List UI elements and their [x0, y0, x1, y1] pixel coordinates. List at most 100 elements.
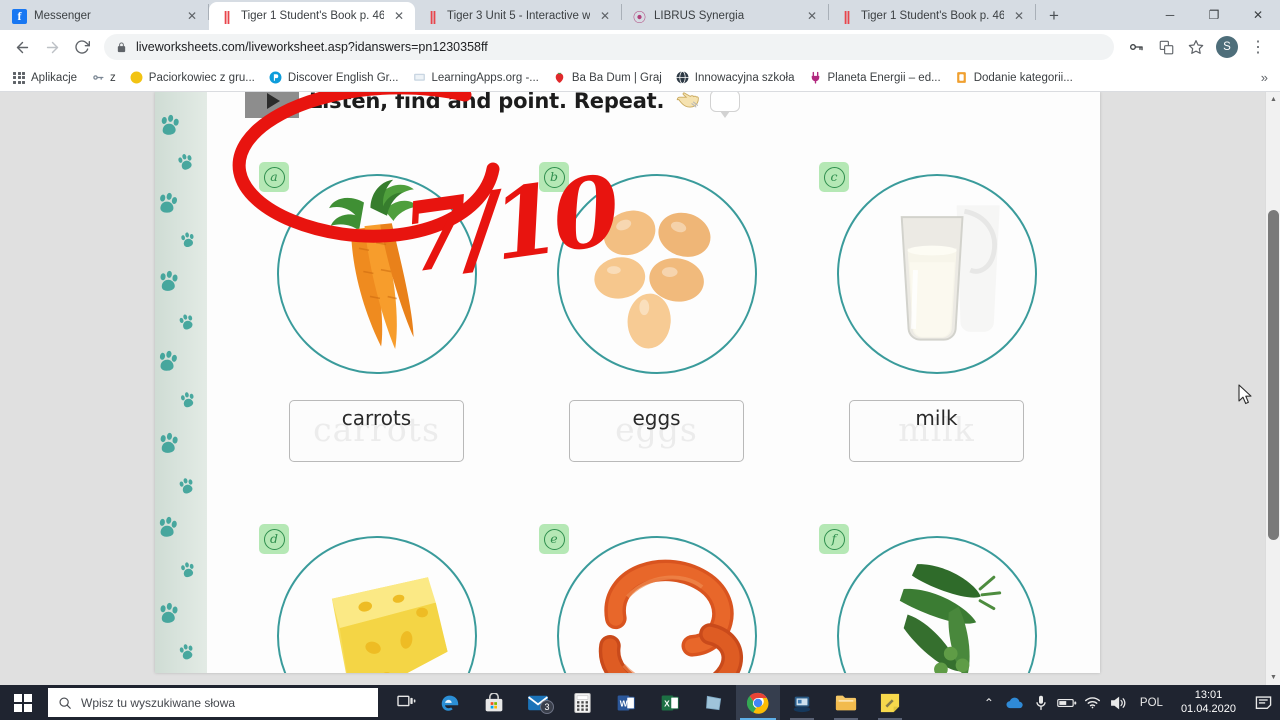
new-tab-button[interactable]: + — [1040, 2, 1068, 30]
cheese-image — [277, 536, 477, 673]
bookmark-label: Paciorkowiec z gru... — [148, 71, 255, 84]
maximize-button[interactable]: ❐ — [1192, 0, 1236, 30]
tray-overflow-button[interactable]: ⌃ — [976, 685, 1002, 720]
clock[interactable]: 13:01 01.04.2020 — [1171, 685, 1246, 720]
scroll-down-arrow[interactable]: ▼ — [1266, 670, 1280, 685]
forward-button[interactable] — [38, 33, 66, 61]
avatar[interactable]: S — [1216, 36, 1238, 58]
scrollbar-thumb[interactable] — [1268, 210, 1279, 540]
bookmark-label: Dodanie kategorii... — [973, 71, 1073, 84]
url-text: liveworksheets.com/liveworksheet.asp?ida… — [136, 40, 488, 54]
edge-icon — [441, 695, 459, 711]
taskbar-zoom[interactable] — [780, 685, 824, 720]
close-window-button[interactable]: ✕ — [1236, 0, 1280, 30]
wifi-icon[interactable] — [1080, 685, 1106, 720]
back-button[interactable] — [8, 33, 36, 61]
speaker-icon[interactable] — [1106, 685, 1132, 720]
yellow-circle-icon — [130, 71, 144, 85]
taskbar-word[interactable]: W — [604, 685, 648, 720]
worksheet-item-d: d — [247, 524, 527, 673]
item-badge-d: d — [259, 524, 289, 554]
close-icon[interactable]: ✕ — [597, 8, 613, 24]
bookmark-label: z — [110, 71, 116, 84]
search-input[interactable]: Wpisz tu wyszukiwane słowa — [48, 688, 378, 717]
paw-icon — [160, 114, 182, 137]
bookmarks-overflow-button[interactable]: » — [1255, 67, 1274, 88]
item-badge-e: e — [539, 524, 569, 554]
learningapps-icon — [412, 71, 426, 85]
bookmarks-bar: Aplikacje z Paciorkowiec z gru... Discov… — [0, 64, 1280, 92]
paw-icon — [159, 432, 181, 454]
microphone-icon[interactable] — [1028, 685, 1054, 720]
close-icon[interactable]: ✕ — [1011, 8, 1027, 24]
action-center-icon[interactable] — [1246, 685, 1280, 720]
close-icon[interactable]: ✕ — [804, 8, 820, 24]
browser-tab-tiger1-b[interactable]: || Tiger 1 Student's Book p. 46 - ✕ — [829, 2, 1035, 30]
bookmark-dodanie-kategorii[interactable]: Dodanie kategorii... — [949, 68, 1079, 88]
taskbar-excel[interactable]: X — [648, 685, 692, 720]
paw-icon — [179, 477, 197, 495]
librus-icon: ⦿ — [632, 9, 646, 25]
taskbar-file-explorer[interactable] — [824, 685, 868, 720]
browser-tab-librus[interactable]: ⦿ LIBRUS Synergia ✕ — [622, 2, 828, 30]
taskbar-edge[interactable] — [428, 685, 472, 720]
tab-separator — [1035, 4, 1036, 20]
battery-icon[interactable] — [1054, 685, 1080, 720]
paw-icon — [180, 562, 197, 579]
taskbar-chrome[interactable] — [736, 685, 780, 720]
bookmark-planeta-energii[interactable]: Planeta Energii – ed... — [803, 68, 947, 88]
browser-tab-messenger[interactable]: f Messenger ✕ — [2, 2, 208, 30]
answer-input-c[interactable]: milk milk — [849, 400, 1024, 462]
play-icon — [267, 93, 280, 109]
peas-image — [837, 536, 1037, 673]
bookmark-innowacyjna-szkola[interactable]: Innowacyjna szkoła — [670, 68, 801, 88]
close-icon[interactable]: ✕ — [184, 8, 200, 24]
bookmark-babadum[interactable]: Ba Ba Dum | Graj — [547, 68, 668, 88]
folder-icon — [835, 695, 857, 711]
item-badge-f: f — [819, 524, 849, 554]
star-icon[interactable] — [1182, 33, 1210, 61]
translate-icon[interactable] — [1152, 33, 1180, 61]
start-button[interactable] — [0, 685, 46, 720]
typed-answer: carrots — [341, 406, 412, 430]
reload-button[interactable] — [68, 33, 96, 61]
language-indicator[interactable]: POL — [1132, 685, 1171, 720]
tab-title: Tiger 1 Student's Book p. 46 - — [241, 10, 384, 22]
scroll-up-arrow[interactable]: ▲ — [1266, 92, 1280, 107]
badge-letter: b — [543, 166, 565, 188]
bookmark-discover-english[interactable]: Discover English Gr... — [263, 68, 405, 88]
plug-icon — [809, 71, 823, 85]
paw-icon — [177, 153, 196, 172]
taskbar-sticky-notes[interactable] — [868, 685, 912, 720]
bookmark-learningapps[interactable]: LearningApps.org -... — [406, 68, 544, 88]
taskbar-task-view[interactable] — [384, 685, 428, 720]
item-badge-b: b — [539, 162, 569, 192]
bookmark-label: Planeta Energii – ed... — [827, 71, 941, 84]
minimize-button[interactable]: ─ — [1148, 0, 1192, 30]
audio-play-button[interactable] — [245, 92, 299, 118]
bookmark-z[interactable]: z — [85, 68, 122, 88]
address-bar[interactable]: liveworksheets.com/liveworksheet.asp?ida… — [104, 34, 1114, 60]
badge-letter: a — [263, 166, 285, 188]
bookmark-aplikacje[interactable]: Aplikacje — [6, 68, 83, 88]
close-icon[interactable]: ✕ — [391, 8, 407, 24]
chrome-menu-button[interactable]: ⋮ — [1244, 33, 1272, 61]
browser-tab-tiger1-a[interactable]: || Tiger 1 Student's Book p. 46 - ✕ — [209, 2, 415, 30]
taskbar-powerpoint[interactable] — [692, 685, 736, 720]
clock-time: 13:01 — [1194, 688, 1223, 701]
vertical-scrollbar[interactable]: ▲ ▼ — [1265, 92, 1280, 685]
paw-icon — [179, 643, 196, 661]
sticky-note-icon — [880, 693, 900, 712]
page-viewport: Listen, find and point. Repeat. 7/10 a c… — [0, 92, 1280, 685]
bookmark-paciorkowiec[interactable]: Paciorkowiec z gru... — [124, 68, 261, 88]
answer-input-b[interactable]: eggs eggs — [569, 400, 744, 462]
answer-input-a[interactable]: carrots carrots — [289, 400, 464, 462]
taskbar-store[interactable] — [472, 685, 516, 720]
taskbar-calculator[interactable] — [560, 685, 604, 720]
window-controls: ─ ❐ ✕ — [1148, 0, 1280, 30]
browser-tab-tiger3[interactable]: || Tiger 3 Unit 5 - Interactive wor ✕ — [415, 2, 621, 30]
taskbar-mail[interactable]: 3 — [516, 685, 560, 720]
key-icon[interactable] — [1122, 33, 1150, 61]
calculator-icon — [573, 692, 591, 713]
cloud-icon[interactable] — [1002, 685, 1028, 720]
